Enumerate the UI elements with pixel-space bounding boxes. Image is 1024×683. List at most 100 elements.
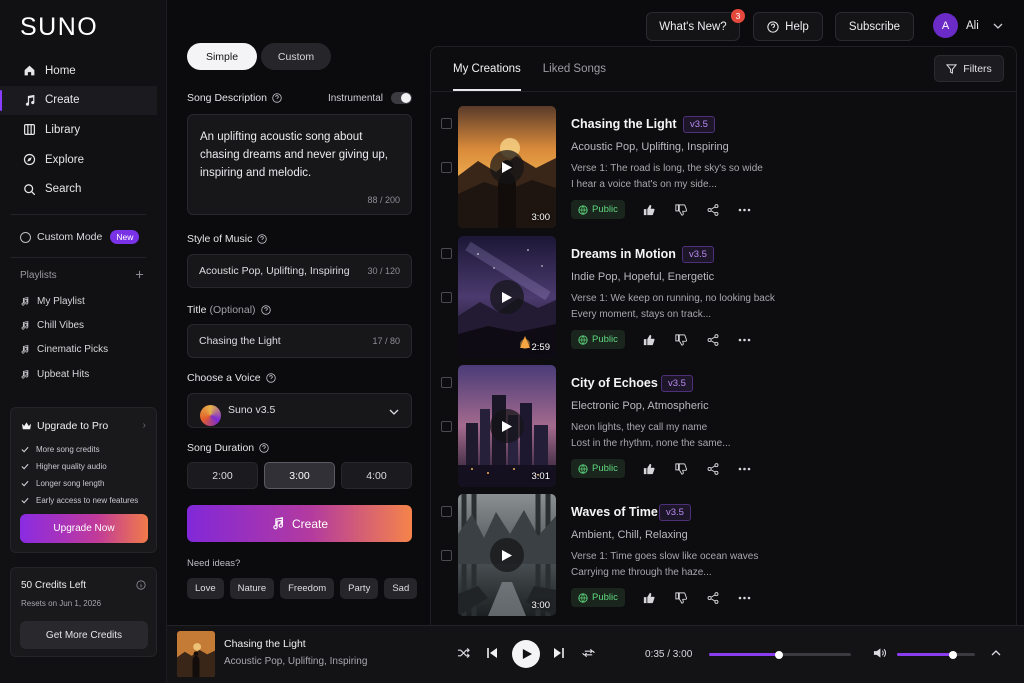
share-icon[interactable] xyxy=(705,590,721,606)
duration-option-selected[interactable]: 3:00 xyxy=(264,462,335,489)
duration-option[interactable]: 2:00 xyxy=(187,462,258,489)
song-checkbox[interactable] xyxy=(441,162,452,173)
custom-mode-button[interactable]: Custom xyxy=(261,43,331,70)
get-more-credits-button[interactable]: Get More Credits xyxy=(20,621,148,649)
play-icon[interactable] xyxy=(490,280,524,314)
public-badge[interactable]: Public xyxy=(571,588,625,607)
volume-icon[interactable] xyxy=(873,647,886,659)
help-icon[interactable] xyxy=(265,373,276,383)
next-icon[interactable] xyxy=(553,647,564,659)
thumbs-up-icon[interactable] xyxy=(641,332,657,348)
song-cover[interactable]: 3:01 xyxy=(458,365,556,487)
more-icon[interactable] xyxy=(737,590,753,606)
play-button[interactable] xyxy=(512,640,540,668)
song-checkbox[interactable] xyxy=(441,118,452,129)
song-title[interactable]: Waves of Time xyxy=(571,505,658,519)
public-badge[interactable]: Public xyxy=(571,330,625,349)
sidebar-item-home[interactable]: Home xyxy=(0,56,167,86)
idea-chip[interactable]: Nature xyxy=(229,578,275,599)
now-playing-title[interactable]: Chasing the Light xyxy=(224,638,306,650)
share-icon[interactable] xyxy=(705,332,721,348)
song-checkbox[interactable] xyxy=(441,248,452,259)
play-icon[interactable] xyxy=(490,538,524,572)
song-checkbox[interactable] xyxy=(441,550,452,561)
whats-new-button[interactable]: What's New? 3 xyxy=(646,9,745,41)
previous-icon[interactable] xyxy=(487,647,498,659)
tab-liked-songs[interactable]: Liked Songs xyxy=(543,47,606,91)
thumbs-down-icon[interactable] xyxy=(673,332,689,348)
simple-mode-button[interactable]: Simple xyxy=(187,43,257,70)
idea-chip[interactable]: Love xyxy=(187,578,224,599)
custom-mode-item[interactable]: Custom Mode New xyxy=(20,230,140,244)
upgrade-now-button[interactable]: Upgrade Now xyxy=(20,514,148,543)
help-icon[interactable] xyxy=(259,443,269,453)
playlist-item[interactable]: Upbeat Hits xyxy=(20,362,160,386)
song-cover[interactable]: 3:00 xyxy=(458,106,556,228)
create-button[interactable]: Create xyxy=(187,505,412,542)
add-playlist-icon[interactable] xyxy=(135,270,144,282)
more-icon[interactable] xyxy=(737,202,753,218)
song-title[interactable]: Dreams in Motion xyxy=(571,247,676,261)
song-checkbox[interactable] xyxy=(441,292,452,303)
chevron-right-icon[interactable]: › xyxy=(143,420,146,431)
title-input[interactable]: Chasing the Light 17 / 80 xyxy=(187,324,412,358)
help-icon[interactable] xyxy=(260,305,271,315)
song-cover[interactable]: 2:59 xyxy=(458,236,556,358)
sidebar-item-create[interactable]: Create xyxy=(0,85,157,116)
voice-select[interactable]: Suno v3.5 xyxy=(187,393,412,428)
volume-slider[interactable] xyxy=(897,650,975,659)
user-menu[interactable]: A Ali xyxy=(933,13,1003,38)
thumbs-down-icon[interactable] xyxy=(673,590,689,606)
playlist-item[interactable]: Chill Vibes xyxy=(20,313,160,337)
song-row[interactable]: 3:00 Chasing the Light v3.5 Acoustic Pop… xyxy=(431,106,1016,228)
song-row[interactable]: 2:59 Dreams in Motion v3.5 Indie Pop, Ho… xyxy=(431,236,1016,358)
info-icon[interactable] xyxy=(136,579,146,593)
playlist-item[interactable]: Cinematic Picks xyxy=(20,338,160,362)
subscribe-button[interactable]: Subscribe xyxy=(835,12,914,41)
progress-knob[interactable] xyxy=(774,650,783,659)
help-button[interactable]: Help xyxy=(753,12,823,41)
song-cover[interactable]: 3:00 xyxy=(458,494,556,616)
idea-chip[interactable]: Freedom xyxy=(280,578,335,599)
duration-option[interactable]: 4:00 xyxy=(341,462,412,489)
app-logo[interactable]: SUNO xyxy=(20,13,98,42)
help-icon[interactable] xyxy=(272,93,282,103)
song-title[interactable]: City of Echoes xyxy=(571,376,658,390)
song-checkbox[interactable] xyxy=(441,506,452,517)
thumbs-up-icon[interactable] xyxy=(641,461,657,477)
progress-slider[interactable] xyxy=(709,650,851,659)
play-icon[interactable] xyxy=(490,150,524,184)
sidebar-item-explore[interactable]: Explore xyxy=(0,145,167,175)
public-badge[interactable]: Public xyxy=(571,200,625,219)
song-description-input[interactable]: An uplifting acoustic song about chasing… xyxy=(187,114,412,215)
volume-knob[interactable] xyxy=(949,650,958,659)
thumbs-down-icon[interactable] xyxy=(673,202,689,218)
sidebar-item-search[interactable]: Search xyxy=(0,174,167,204)
now-playing-cover[interactable] xyxy=(177,631,215,677)
public-badge[interactable]: Public xyxy=(571,459,625,478)
thumbs-down-icon[interactable] xyxy=(673,461,689,477)
song-title[interactable]: Chasing the Light xyxy=(571,117,677,131)
share-icon[interactable] xyxy=(705,202,721,218)
song-checkbox[interactable] xyxy=(441,377,452,388)
share-icon[interactable] xyxy=(705,461,721,477)
repeat-icon[interactable] xyxy=(582,647,595,659)
song-row[interactable]: 3:01 City of Echoes v3.5 Electronic Pop,… xyxy=(431,365,1016,487)
thumbs-up-icon[interactable] xyxy=(641,590,657,606)
more-icon[interactable] xyxy=(737,332,753,348)
idea-chip[interactable]: Sad xyxy=(384,578,418,599)
instrumental-toggle[interactable] xyxy=(391,92,412,104)
style-of-music-input[interactable]: Acoustic Pop, Uplifting, Inspiring 30 / … xyxy=(187,254,412,288)
more-icon[interactable] xyxy=(737,461,753,477)
help-icon[interactable] xyxy=(257,234,268,244)
thumbs-up-icon[interactable] xyxy=(641,202,657,218)
idea-chip[interactable]: Party xyxy=(340,578,379,599)
sidebar-item-library[interactable]: Library xyxy=(0,115,167,145)
filters-button[interactable]: Filters xyxy=(934,55,1004,82)
song-row[interactable]: 3:00 Waves of Time v3.5 Ambient, Chill, … xyxy=(431,494,1016,616)
chevron-up-icon[interactable] xyxy=(991,650,1001,656)
song-checkbox[interactable] xyxy=(441,421,452,432)
playlist-item[interactable]: My Playlist xyxy=(20,289,160,313)
play-icon[interactable] xyxy=(490,409,524,443)
tab-my-creations[interactable]: My Creations xyxy=(453,47,521,91)
